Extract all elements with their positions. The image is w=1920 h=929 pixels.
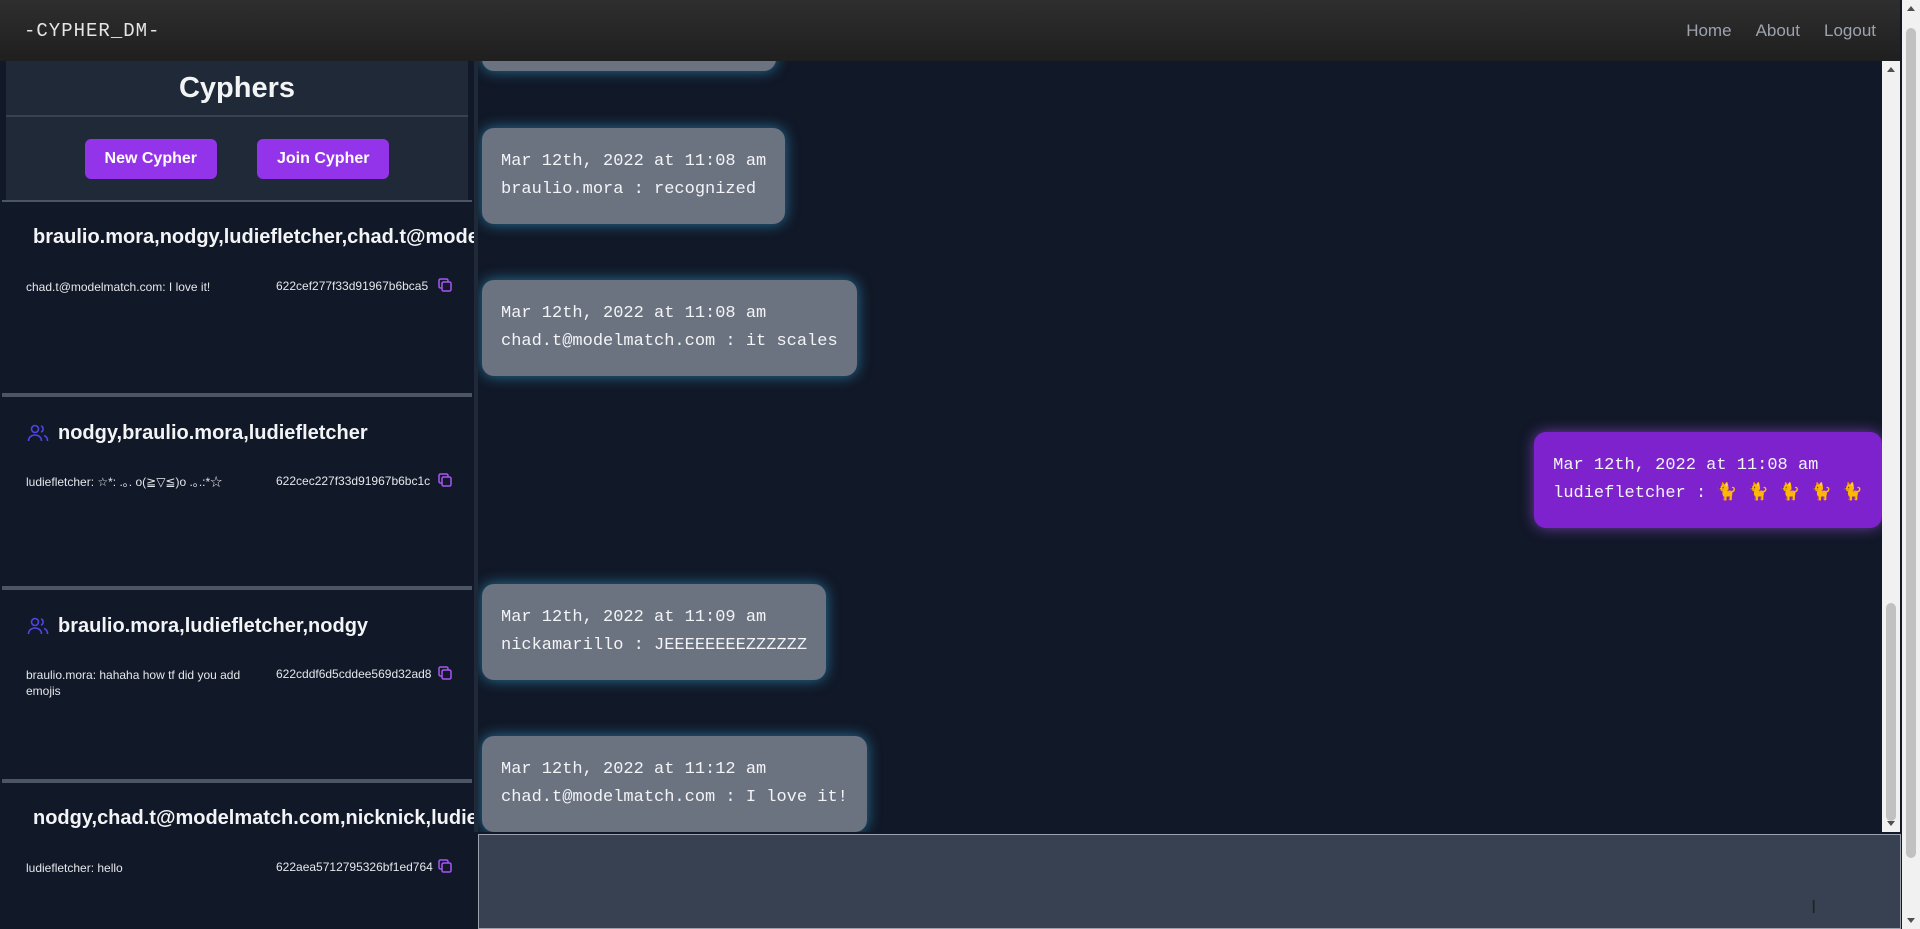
cypher-card[interactable]: nodgy,chad.t@modelmatch.com,nicknick,lud… (2, 779, 474, 929)
cypher-id: 622cec227f33d91967b6bc1c (276, 474, 431, 488)
cypher-id: 622aea5712795326bf1ed764 (276, 860, 433, 874)
page-scroll-down-arrow-icon[interactable] (1907, 918, 1915, 923)
cypher-title: braulio.mora,ludiefletcher,nodgy (58, 614, 369, 637)
page-scrollbar[interactable] (1902, 0, 1920, 929)
message-bubble-own: Mar 12th, 2022 at 11:08 am ludiefletcher… (1534, 432, 1882, 528)
sidebar-actions: New Cypher Join Cypher (6, 117, 468, 200)
brand-logo[interactable]: -CYPHER_DM- (24, 20, 160, 42)
cypher-title: nodgy,chad.t@modelmatch.com,nicknick,lud… (33, 807, 474, 829)
scroll-down-arrow-icon[interactable] (1887, 821, 1895, 826)
nav-logout-link[interactable]: Logout (1824, 21, 1876, 41)
page-scrollbar-thumb[interactable] (1906, 28, 1916, 858)
sidebar-title: Cyphers (178, 71, 296, 104)
cyphers-sidebar: Cyphers New Cypher Join Cypher braulio.m… (0, 61, 474, 929)
cypher-last-message: braulio.mora: hahaha how tf did you add … (26, 668, 241, 698)
cypher-card[interactable]: braulio.mora,nodgy,ludiefletcher,chad.t@… (2, 200, 474, 393)
cypher-card[interactable]: nodgy,braulio.mora,ludiefletcher ludiefl… (2, 393, 472, 586)
message-text: ludiefletcher : 🐈 🐈 🐈 🐈 🐈 (1553, 484, 1863, 503)
message-timestamp: Mar 12th, 2022 at 11:08 am (1553, 456, 1819, 475)
join-cypher-button[interactable]: Join Cypher (257, 138, 390, 179)
message-bubble: Mar 12th, 2022 at 11:08 am chad.t@modelm… (482, 280, 857, 376)
group-icon (27, 424, 49, 442)
message-text: braulio.mora : recognized (501, 180, 757, 199)
copy-icon[interactable] (436, 664, 454, 682)
message-bubble: Mar 12th, 2022 at 11:09 am nickamarillo … (482, 584, 827, 680)
new-cypher-button[interactable]: New Cypher (84, 138, 217, 179)
message-text: nickamarillo : JEEEEEEEEZZZZZZ (501, 636, 808, 655)
message-bubble: Mar 12th, 2022 at 11:12 am chad.t@modelm… (482, 736, 867, 832)
page-scroll-up-arrow-icon[interactable] (1907, 6, 1915, 11)
nav-links: Home About Logout (1686, 21, 1876, 41)
message-timestamp: Mar 12th, 2022 at 11:12 am (501, 760, 767, 779)
message-bubble: Mar 12th, 2022 at 11:08 am braulio.mora … (482, 128, 786, 224)
message-input[interactable] (478, 834, 1901, 929)
group-icon (27, 617, 49, 635)
scroll-up-arrow-icon[interactable] (1887, 67, 1895, 72)
chat-scrollbar[interactable] (1882, 61, 1900, 832)
nav-about-link[interactable]: About (1756, 21, 1800, 41)
chat-scrollbar-thumb[interactable] (1886, 603, 1896, 821)
top-navbar: -CYPHER_DM- Home About Logout (0, 0, 1900, 61)
cypher-last-message: ludiefletcher: ☆*: .｡. o(≧▽≦)o .｡.:*☆ (26, 475, 223, 489)
message-bubble-partial (482, 61, 776, 71)
cypher-last-message: ludiefletcher: hello (26, 861, 123, 875)
message-text: chad.t@modelmatch.com : I love it! (501, 788, 848, 807)
cypher-id: 622cddf6d5cddee569d32ad8 (276, 667, 432, 681)
message-text: chad.t@modelmatch.com : it scales (501, 332, 838, 351)
copy-icon[interactable] (436, 857, 454, 875)
nav-home-link[interactable]: Home (1686, 21, 1731, 41)
cypher-list: braulio.mora,nodgy,ludiefletcher,chad.t@… (0, 200, 474, 929)
message-timestamp: Mar 12th, 2022 at 11:08 am (501, 304, 767, 323)
text-cursor-icon: Ⅰ (1811, 897, 1817, 917)
message-timestamp: Mar 12th, 2022 at 11:08 am (501, 152, 767, 171)
copy-icon[interactable] (436, 276, 454, 294)
cypher-last-message: chad.t@modelmatch.com: I love it! (26, 280, 211, 294)
cypher-title: nodgy,braulio.mora,ludiefletcher (58, 421, 368, 444)
cypher-title-row: braulio.mora,ludiefletcher,nodgy (26, 614, 368, 638)
chat-messages-panel: Mar 12th, 2022 at 11:08 am braulio.mora … (474, 61, 1882, 832)
copy-icon[interactable] (436, 471, 454, 489)
cypher-card[interactable]: braulio.mora,ludiefletcher,nodgy braulio… (2, 586, 472, 779)
cypher-title: braulio.mora,nodgy,ludiefletcher,chad.t@… (33, 226, 474, 248)
message-timestamp: Mar 12th, 2022 at 11:09 am (501, 608, 767, 627)
sidebar-header: Cyphers (6, 61, 468, 117)
cypher-id: 622cef277f33d91967b6bca5 (276, 279, 429, 293)
cypher-title-row: nodgy,braulio.mora,ludiefletcher (26, 421, 368, 445)
